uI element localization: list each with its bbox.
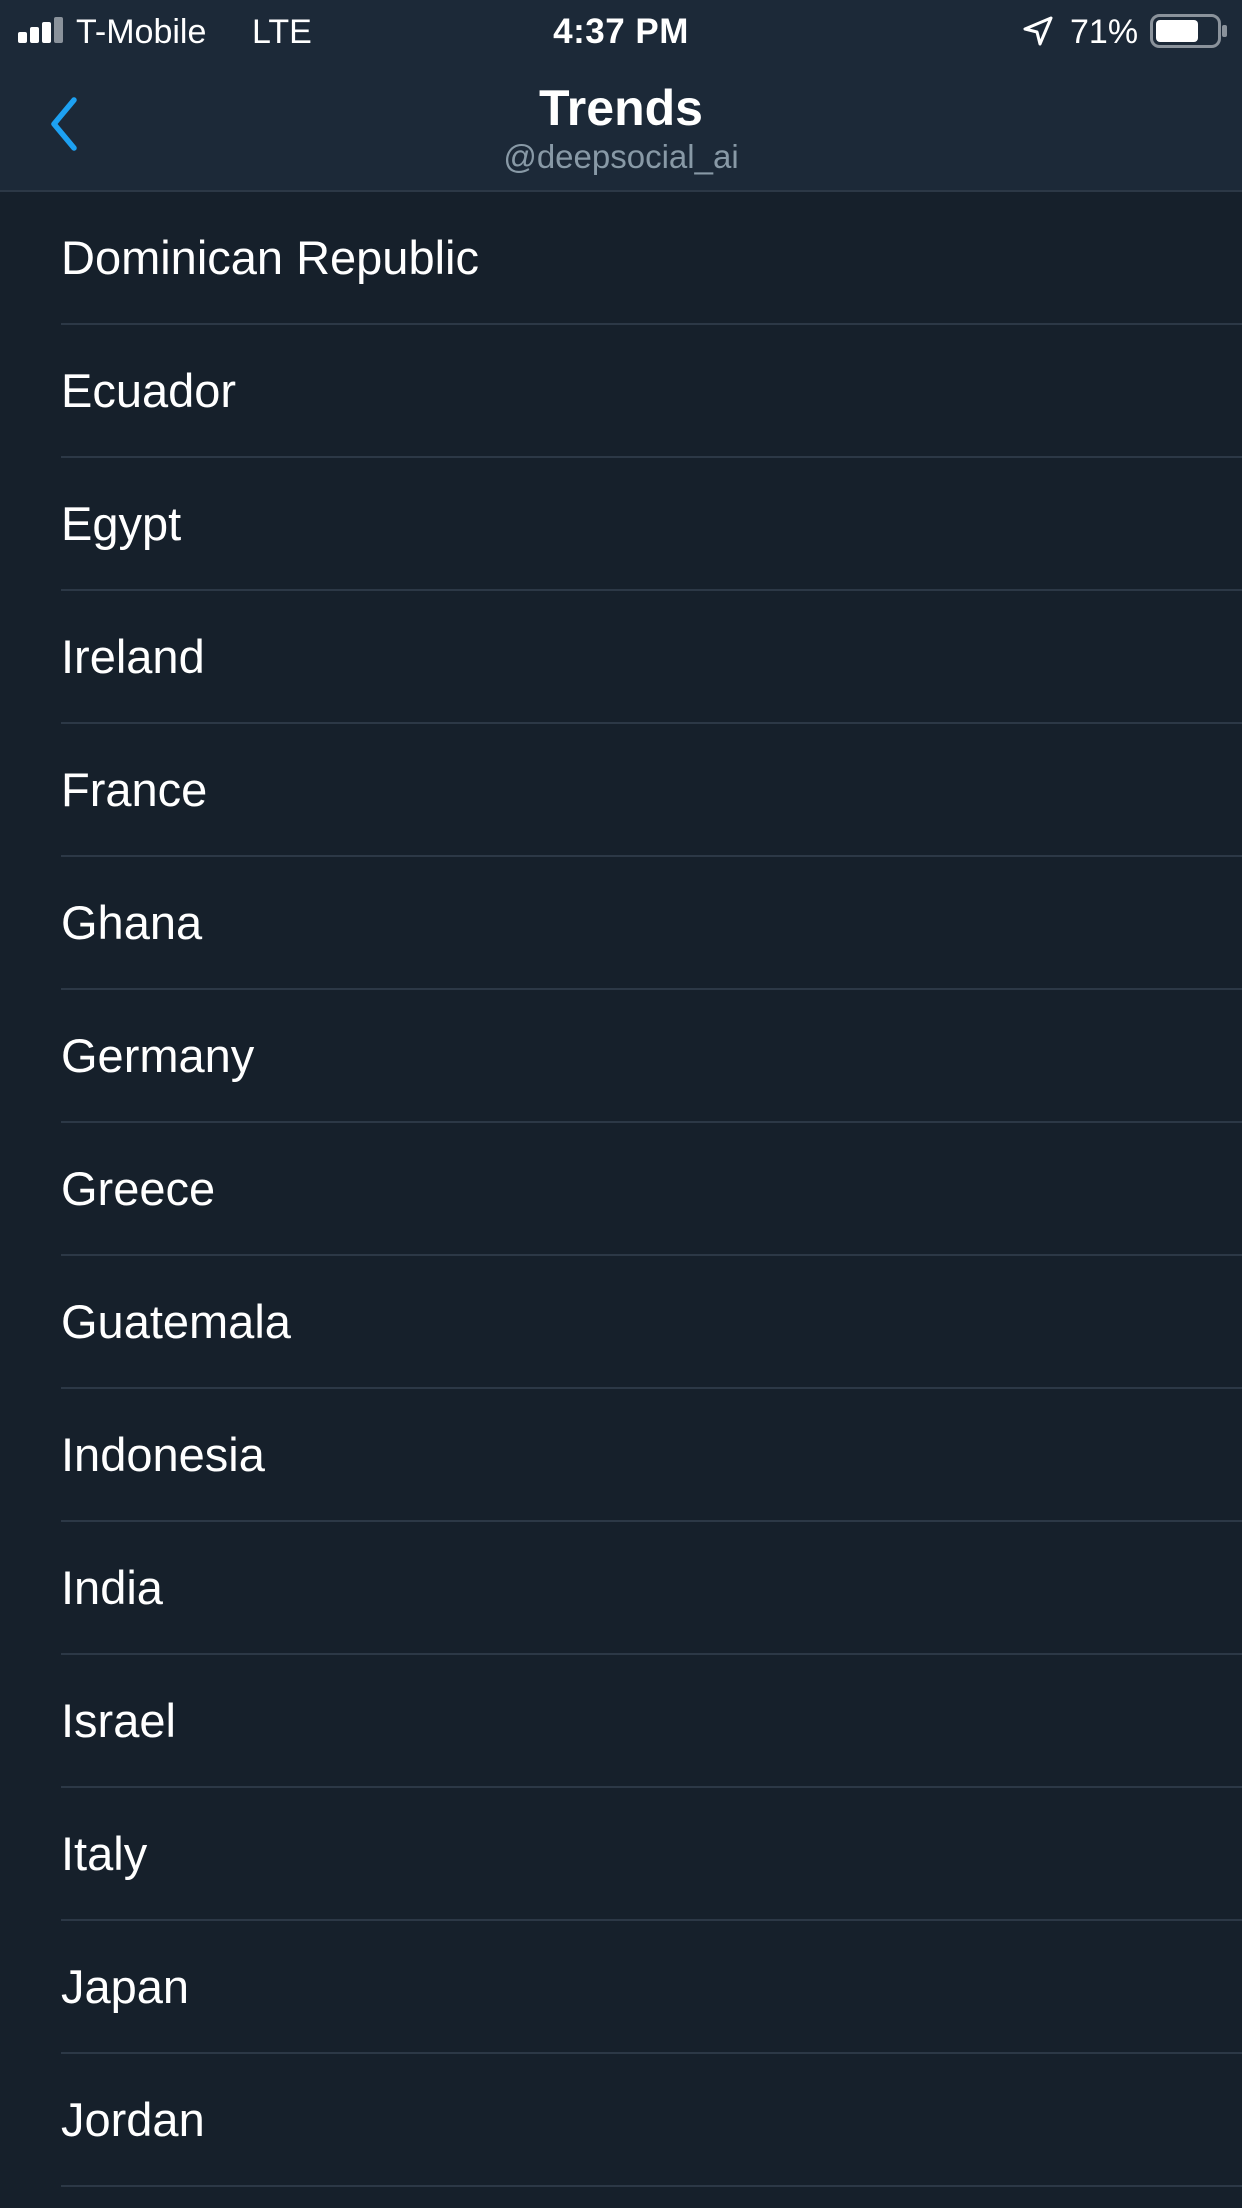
location-list: Dominican Republic Ecuador Egypt Ireland Fra… [0, 192, 1242, 2187]
status-time: 4:37 PM [553, 12, 689, 51]
location-label: Ecuador [61, 364, 237, 417]
location-item[interactable]: Dominican Republic [0, 192, 1242, 325]
navigation-bar: Trends @deepsocial_ai [0, 62, 1242, 190]
location-label: Ghana [61, 896, 203, 949]
location-label: Dominican Republic [61, 231, 479, 284]
battery-percent: 71% [1070, 13, 1139, 51]
location-item[interactable]: Israel [0, 1655, 1242, 1788]
location-item[interactable]: Germany [0, 990, 1242, 1123]
location-label: Ireland [61, 630, 205, 683]
location-item[interactable]: Greece [0, 1123, 1242, 1256]
trends-locations-screen: T-Mobile LTE 4:37 PM 71% Trends @deepsoc… [0, 0, 1242, 2208]
location-item[interactable]: Guatemala [0, 1256, 1242, 1389]
location-item[interactable]: Indonesia [0, 1389, 1242, 1522]
location-label: Japan [61, 1960, 190, 2013]
location-label: Jordan [61, 2093, 205, 2146]
location-item[interactable]: Jordan [0, 2054, 1242, 2187]
page-title: Trends [539, 80, 703, 136]
location-item[interactable]: Ghana [0, 857, 1242, 990]
location-label: Egypt [61, 497, 182, 550]
location-label: Italy [61, 1827, 148, 1880]
location-item[interactable]: Japan [0, 1921, 1242, 2054]
battery-icon [1150, 14, 1227, 48]
location-label: Israel [61, 1694, 176, 1747]
location-label: Germany [61, 1029, 255, 1082]
location-item[interactable]: France [0, 724, 1242, 857]
location-label: Indonesia [61, 1428, 265, 1481]
divider [61, 2185, 1242, 2187]
location-label: France [61, 763, 208, 816]
location-label: Greece [61, 1162, 216, 1215]
location-item[interactable]: Italy [0, 1788, 1242, 1921]
location-arrow-icon [1023, 16, 1053, 46]
location-item[interactable]: Ireland [0, 591, 1242, 724]
header: T-Mobile LTE 4:37 PM 71% Trends @deepsoc… [0, 0, 1242, 192]
location-label: India [61, 1561, 163, 1614]
location-label: Guatemala [61, 1295, 291, 1348]
location-item[interactable]: India [0, 1522, 1242, 1655]
location-item[interactable]: Ecuador [0, 325, 1242, 458]
account-handle: @deepsocial_ai [503, 138, 739, 175]
location-item[interactable]: Egypt [0, 458, 1242, 591]
status-bar: T-Mobile LTE 4:37 PM 71% [0, 0, 1242, 62]
